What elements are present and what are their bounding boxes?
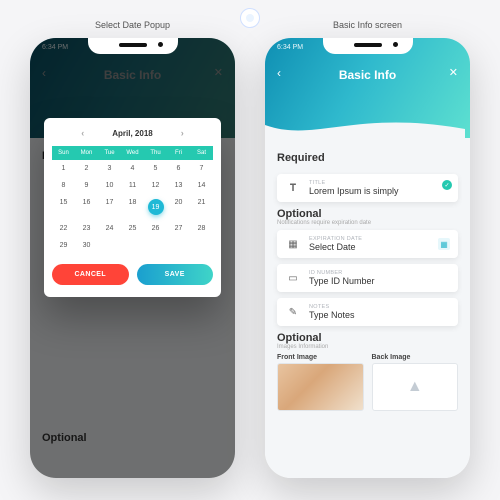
section-images-sub: Images Information — [277, 344, 458, 350]
calendar-day[interactable]: 2 — [75, 160, 98, 177]
id-icon: ▭ — [285, 270, 301, 286]
calendar-day[interactable]: 13 — [167, 177, 190, 194]
calendar-day[interactable]: 18 — [121, 194, 144, 220]
text-icon: 𝐓 — [285, 180, 301, 196]
calendar-day[interactable]: 10 — [98, 177, 121, 194]
current-month: April, 2018 — [112, 129, 152, 138]
field-expiration-date[interactable]: ▦ EXPIRATION DATESelect Date ▦ — [277, 230, 458, 258]
back-image-upload[interactable]: ▲ — [372, 363, 459, 411]
calendar-day[interactable]: 4 — [121, 160, 144, 177]
calendar-day[interactable]: 25 — [121, 220, 144, 237]
page-title: Basic Info — [339, 68, 396, 82]
cancel-button[interactable]: CANCEL — [52, 264, 129, 285]
notch — [323, 38, 413, 54]
calendar-day[interactable]: 14 — [190, 177, 213, 194]
section-optional-sub: Notifications require expiration date — [277, 220, 458, 226]
weekday-header: SunMonTueWedThuFriSat — [52, 146, 213, 160]
calendar-day[interactable]: 30 — [75, 237, 98, 254]
status-time: 6:34 PM — [277, 44, 303, 51]
next-month-icon[interactable]: › — [181, 128, 184, 138]
section-required: Required — [277, 152, 458, 164]
calendar-day[interactable]: 12 — [144, 177, 167, 194]
calendar-icon: ▦ — [285, 236, 301, 252]
close-icon[interactable]: ✕ — [449, 66, 458, 79]
calendar-day[interactable]: 3 — [98, 160, 121, 177]
header-wave — [265, 115, 465, 139]
calendar-day[interactable]: 16 — [75, 194, 98, 220]
mockup-left: Select Date Popup 6:34 PM ‹ Basic Info ✕… — [30, 20, 235, 478]
section-optional: Optional — [277, 208, 458, 220]
check-icon: ✓ — [442, 180, 452, 190]
phone-frame-right: 6:34 PM ‹ Basic Info ✕ Required 𝐓 TITLEL… — [265, 38, 470, 478]
calendar-day[interactable]: 6 — [167, 160, 190, 177]
calendar-day[interactable]: 11 — [121, 177, 144, 194]
calendar-day[interactable]: 19 — [144, 194, 167, 220]
calendar-day[interactable]: 27 — [167, 220, 190, 237]
back-image-label: Back Image — [372, 354, 459, 361]
mockup-right: Basic Info screen 6:34 PM ‹ Basic Info ✕… — [265, 20, 470, 478]
calendar-day[interactable]: 15 — [52, 194, 75, 220]
calendar-day[interactable]: 28 — [190, 220, 213, 237]
calendar-day[interactable]: 22 — [52, 220, 75, 237]
field-notes[interactable]: ✎ NOTESType Notes — [277, 298, 458, 326]
calendar-day[interactable]: 8 — [52, 177, 75, 194]
calendar-grid[interactable]: 1234567891011121314151617181920212223242… — [52, 160, 213, 254]
notch — [88, 38, 178, 54]
back-icon[interactable]: ‹ — [277, 66, 281, 80]
date-picker-popup: ‹ April, 2018 › SunMonTueWedThuFriSat 12… — [44, 118, 221, 297]
calendar-day[interactable]: 20 — [167, 194, 190, 220]
field-id-number[interactable]: ▭ ID NUMBERType ID Number — [277, 264, 458, 292]
calendar-day[interactable]: 21 — [190, 194, 213, 220]
calendar-day[interactable]: 9 — [75, 177, 98, 194]
front-image-upload[interactable] — [277, 363, 364, 411]
calendar-day[interactable]: 29 — [52, 237, 75, 254]
calendar-day[interactable]: 1 — [52, 160, 75, 177]
front-image-label: Front Image — [277, 354, 364, 361]
calendar-day[interactable]: 26 — [144, 220, 167, 237]
prev-month-icon[interactable]: ‹ — [81, 128, 84, 138]
calendar-day[interactable]: 24 — [98, 220, 121, 237]
calendar-day[interactable]: 23 — [75, 220, 98, 237]
calendar-day[interactable]: 17 — [98, 194, 121, 220]
section-images: Optional — [277, 332, 458, 344]
field-title[interactable]: 𝐓 TITLELorem Ipsum is simply ✓ — [277, 174, 458, 202]
notes-icon: ✎ — [285, 304, 301, 320]
annotation-left: Select Date Popup — [30, 20, 235, 30]
calendar-action-icon[interactable]: ▦ — [438, 238, 450, 250]
phone-frame-left: 6:34 PM ‹ Basic Info ✕ Required Optional… — [30, 38, 235, 478]
save-button[interactable]: SAVE — [137, 264, 214, 285]
calendar-day[interactable]: 7 — [190, 160, 213, 177]
annotation-right: Basic Info screen — [265, 20, 470, 30]
calendar-day[interactable]: 5 — [144, 160, 167, 177]
